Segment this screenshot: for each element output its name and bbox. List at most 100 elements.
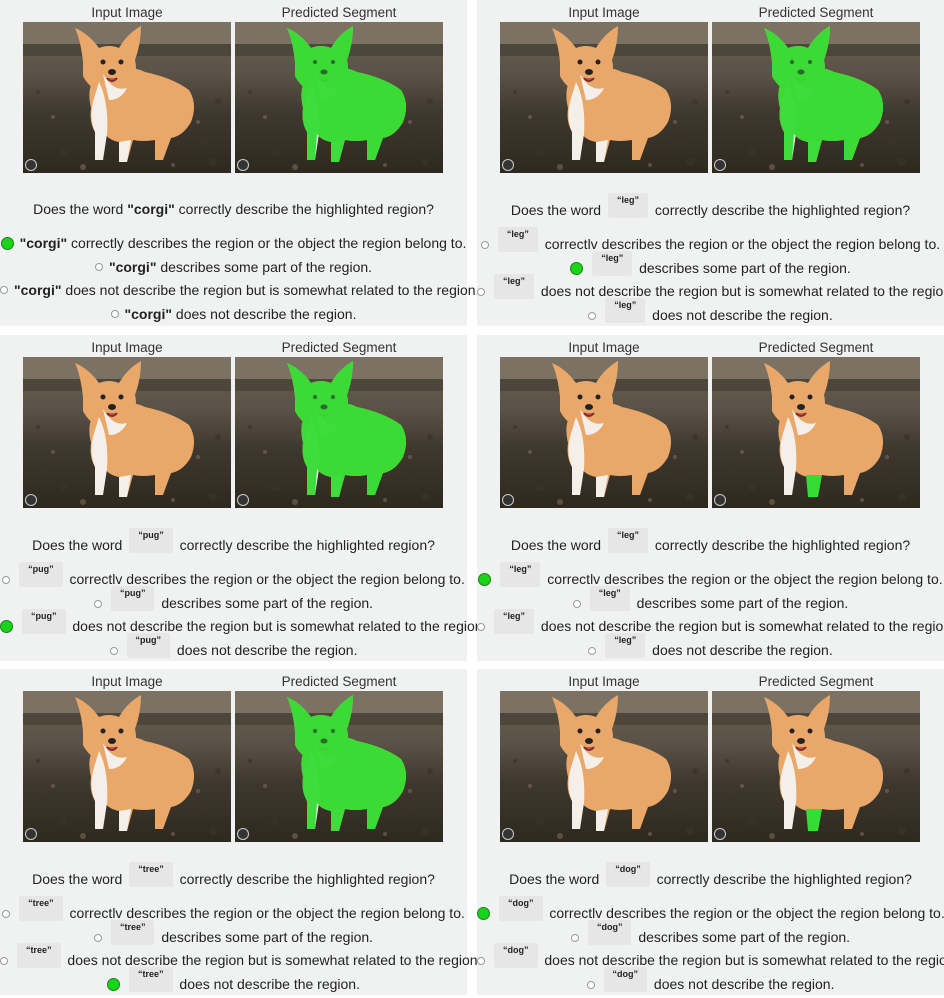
option-a-text: correctlv describes the region or the ob…: [69, 571, 465, 588]
word-chip-c: “leg”: [494, 609, 535, 634]
option-c-text: does not describe the region but is some…: [544, 952, 944, 969]
radio-d[interactable]: [110, 310, 119, 319]
radio-d[interactable]: [109, 646, 118, 655]
word-chip-c: “dog”: [494, 943, 538, 968]
corner-icon: [714, 494, 726, 506]
annotation-panel: Input Image Predicted Segment Does the w…: [0, 669, 481, 995]
option-d[interactable]: “leg” does not describe the region.: [477, 633, 944, 659]
radio-b[interactable]: [93, 933, 102, 942]
option-c-text: does not describe the region but is some…: [540, 618, 944, 635]
option-a[interactable]: “tree” correctlv describes the region or…: [0, 896, 467, 922]
radio-a[interactable]: [2, 909, 11, 918]
radio-a[interactable]: [0, 236, 14, 250]
predicted-segment-title: Predicted Segment: [281, 674, 397, 689]
option-d[interactable]: “dog” does not describe the region.: [477, 967, 944, 993]
question-text: Does the word “tree” correctly describe …: [32, 862, 435, 888]
question-text: Does the word “pug” correctly describe t…: [32, 528, 435, 554]
option-c[interactable]: "corgi" does not describe the region but…: [0, 280, 479, 300]
word-chip-c: “tree”: [17, 943, 61, 968]
option-a-text: correctlv describes the region or the ob…: [544, 236, 941, 253]
option-b[interactable]: “pug” describes some part of the region.: [0, 586, 467, 612]
radio-b[interactable]: [570, 933, 579, 942]
option-d[interactable]: "corgi" does not describe the region.: [0, 304, 467, 324]
option-b-text: describes some part of the region.: [639, 260, 851, 277]
word-chip-c: “pug”: [22, 609, 66, 634]
word-chip-c: “leg”: [494, 274, 535, 299]
option-c[interactable]: “leg” does not describe the region but i…: [477, 274, 944, 300]
input-image-title: Input Image: [568, 5, 640, 20]
predicted-segment-title: Predicted Segment: [758, 5, 874, 20]
option-b-text: describes some part of the region.: [161, 929, 374, 946]
option-c-text: does not describe the region but is some…: [67, 952, 482, 969]
option-b[interactable]: “dog” describes some part of the region.: [477, 920, 944, 946]
word-chip-d: “dog”: [603, 967, 648, 992]
radio-d[interactable]: [588, 311, 597, 320]
option-b[interactable]: "corgi" describes some part of the regio…: [0, 257, 467, 277]
radio-b[interactable]: [94, 263, 103, 272]
word-chip-question: “tree”: [129, 862, 173, 887]
input-image-title: Input Image: [91, 340, 163, 355]
corner-icon: [25, 828, 37, 840]
option-c[interactable]: “pug” does not describe the region but i…: [0, 609, 486, 635]
corner-icon: [237, 494, 249, 506]
question-text: Does the word “leg” correctly describe t…: [510, 528, 911, 554]
input-image: [500, 357, 708, 508]
option-b[interactable]: “tree” describes some part of the region…: [0, 920, 467, 946]
option-d[interactable]: “tree” does not describe the region.: [0, 967, 467, 993]
predicted-segment-title: Predicted Segment: [758, 674, 874, 689]
input-image: [500, 691, 708, 842]
radio-a[interactable]: [477, 907, 490, 920]
predicted-segment-title: Predicted Segment: [758, 340, 874, 355]
input-image: [23, 22, 231, 173]
radio-c[interactable]: [477, 287, 485, 296]
option-c[interactable]: “dog” does not describe the region but i…: [477, 943, 944, 969]
predicted-segment-image: [712, 691, 920, 842]
option-a[interactable]: “dog” correctlv describes the region or …: [477, 896, 944, 922]
option-a[interactable]: “pug” correctlv describes the region or …: [0, 562, 467, 588]
radio-d[interactable]: [588, 646, 597, 655]
radio-a[interactable]: [2, 575, 11, 584]
radio-c[interactable]: [477, 956, 485, 965]
radio-d[interactable]: [107, 978, 120, 991]
radio-a[interactable]: [480, 240, 489, 249]
word-chip-a: “tree”: [19, 896, 63, 921]
word-chip-question: “dog”: [606, 862, 650, 887]
radio-b[interactable]: [93, 599, 102, 608]
input-image: [23, 357, 231, 508]
option-a[interactable]: “leg” correctlv describes the region or …: [477, 562, 944, 588]
option-d-text: does not describe the region.: [653, 976, 835, 993]
word-chip-d: “pug”: [126, 633, 171, 658]
option-a-text: correctlv describes the region or the ob…: [547, 571, 943, 588]
option-c-text: does not describe the region but is some…: [65, 282, 480, 298]
word-a: "corgi": [19, 235, 68, 251]
corner-icon: [714, 159, 726, 171]
word-chip-question: “leg”: [608, 193, 649, 218]
option-a-text: correctlv describes the region or the ob…: [549, 905, 944, 922]
option-b[interactable]: “leg” describes some part of the region.: [477, 586, 944, 612]
option-c[interactable]: “tree” does not describe the region but …: [0, 943, 481, 969]
input-image: [23, 691, 231, 842]
radio-b[interactable]: [572, 599, 581, 608]
radio-b[interactable]: [570, 262, 584, 275]
radio-c[interactable]: [0, 956, 8, 965]
option-a[interactable]: “leg” correctlv describes the region or …: [477, 227, 944, 253]
radio-c[interactable]: [0, 286, 8, 295]
radio-a[interactable]: [478, 573, 492, 586]
corner-icon: [502, 828, 514, 840]
option-a-text: correctlv describes the region or the ob…: [69, 905, 465, 922]
word-question: "corgi": [127, 201, 175, 217]
word-chip-b: “leg”: [592, 251, 633, 276]
option-b-text: describes some part of the region.: [636, 595, 849, 612]
radio-c[interactable]: [477, 622, 485, 631]
question-text: Does the word "corgi" correctly describe…: [33, 201, 434, 217]
word-chip-a: “dog”: [499, 896, 543, 921]
option-d[interactable]: “leg” does not describe the region.: [477, 298, 944, 324]
option-b-text: describes some part of the region.: [160, 259, 373, 275]
option-d[interactable]: “pug” does not describe the region.: [0, 633, 467, 659]
predicted-segment-image: [235, 357, 443, 508]
option-c[interactable]: “leg” does not describe the region but i…: [477, 609, 944, 635]
radio-d[interactable]: [586, 980, 595, 989]
option-a[interactable]: "corgi" correctly describes the region o…: [0, 233, 467, 253]
radio-c[interactable]: [0, 620, 13, 633]
option-b[interactable]: “leg” describes some part of the region.: [477, 251, 944, 277]
